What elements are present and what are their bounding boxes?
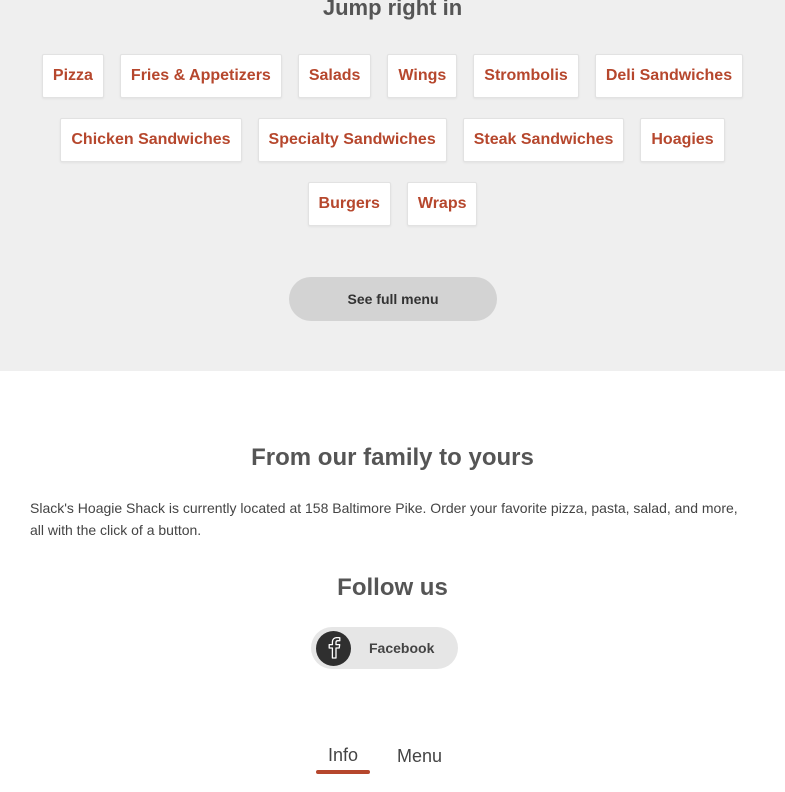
jump-right-in-section: Jump right in Pizza Fries & Appetizers S… — [0, 0, 785, 371]
category-chicken-sandwiches[interactable]: Chicken Sandwiches — [60, 118, 242, 162]
category-wings[interactable]: Wings — [387, 54, 458, 98]
tab-menu[interactable]: Menu — [397, 746, 442, 767]
category-row: Burgers Wraps — [0, 182, 785, 226]
facebook-button[interactable]: Facebook — [311, 627, 458, 669]
category-row: Chicken Sandwiches Specialty Sandwiches … — [0, 118, 785, 162]
category-hoagies[interactable]: Hoagies — [640, 118, 725, 162]
category-steak-sandwiches[interactable]: Steak Sandwiches — [462, 118, 625, 162]
about-text: Slack's Hoagie Shack is currently locate… — [30, 500, 738, 538]
follow-us-title: Follow us — [337, 574, 448, 601]
active-tab-indicator — [316, 770, 370, 774]
category-pizza[interactable]: Pizza — [41, 54, 104, 98]
category-salads[interactable]: Salads — [297, 54, 372, 98]
category-specialty-sandwiches[interactable]: Specialty Sandwiches — [257, 118, 447, 162]
see-full-menu-button[interactable]: See full menu — [289, 277, 497, 321]
category-fries-appetizers[interactable]: Fries & Appetizers — [119, 54, 282, 98]
category-burgers[interactable]: Burgers — [307, 182, 391, 226]
tab-info[interactable]: Info — [328, 745, 358, 766]
category-wraps[interactable]: Wraps — [406, 182, 478, 226]
category-strombolis[interactable]: Strombolis — [473, 54, 579, 98]
jump-right-in-title: Jump right in — [322, 0, 463, 20]
facebook-icon — [316, 630, 351, 666]
facebook-label: Facebook — [369, 640, 435, 656]
category-deli-sandwiches[interactable]: Deli Sandwiches — [594, 54, 744, 98]
about-title: From our family to yours — [251, 444, 534, 471]
category-row: Pizza Fries & Appetizers Salads Wings St… — [0, 54, 785, 98]
